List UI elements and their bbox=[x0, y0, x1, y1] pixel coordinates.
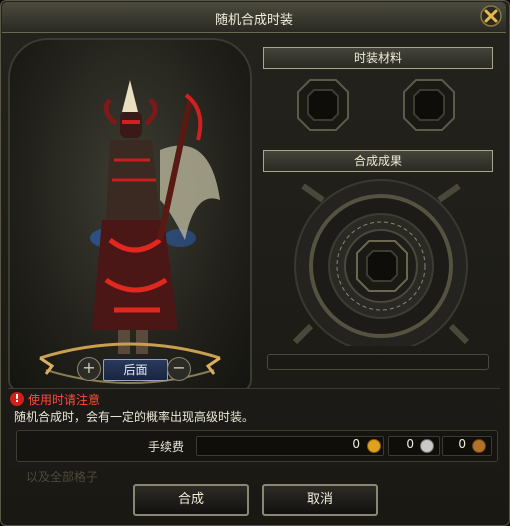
silver-coin-icon bbox=[420, 439, 434, 453]
result-header: 合成成果 bbox=[263, 150, 493, 172]
ghost-text: 以及全部格子 bbox=[26, 470, 99, 484]
fee-label: 手续费 bbox=[148, 440, 185, 454]
close-icon[interactable] bbox=[479, 4, 503, 28]
title-bar[interactable]: 随机合成时装 bbox=[2, 2, 506, 33]
warning-icon: ! bbox=[10, 392, 24, 406]
warning-text: 使用时请注意 bbox=[28, 393, 101, 407]
character-preview-panel bbox=[8, 38, 252, 392]
synthesize-button[interactable]: 合成 bbox=[133, 484, 249, 516]
cancel-button[interactable]: 取消 bbox=[262, 484, 378, 516]
gold-coin-icon bbox=[367, 439, 381, 453]
silver-value: 0 bbox=[406, 437, 414, 451]
description-text: 随机合成时，会有一定的概率出现高级时装。 bbox=[14, 410, 255, 424]
view-toggle-button[interactable]: 后面 bbox=[103, 359, 168, 381]
window-title: 随机合成时装 bbox=[214, 13, 293, 28]
bronze-value: 0 bbox=[458, 437, 466, 451]
materials-header: 时装材料 bbox=[263, 47, 493, 69]
progress-bar bbox=[267, 354, 489, 370]
gold-value: 0 bbox=[352, 437, 360, 451]
result-slot[interactable] bbox=[355, 239, 409, 293]
material-slot-1[interactable] bbox=[296, 78, 350, 132]
bronze-coin-icon bbox=[472, 439, 486, 453]
material-slot-2[interactable] bbox=[402, 78, 456, 132]
rotate-left-button[interactable]: + bbox=[77, 357, 101, 381]
rotate-right-button[interactable]: − bbox=[167, 357, 191, 381]
character-model bbox=[39, 80, 221, 384]
